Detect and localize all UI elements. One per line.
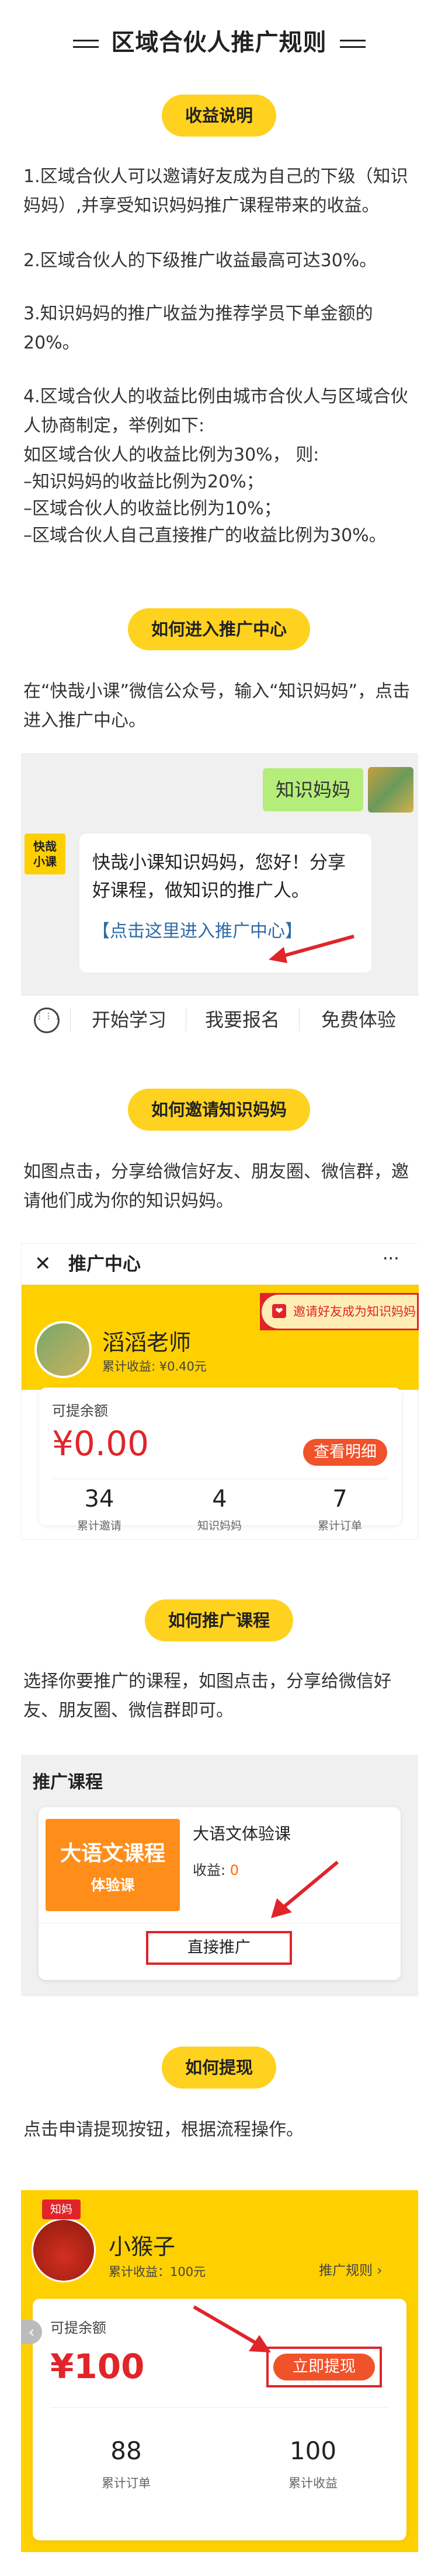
balance-label: 可提余额 bbox=[50, 2320, 106, 2336]
course-income: 收益: 0 bbox=[193, 1862, 239, 1878]
stat-invites: 34 bbox=[84, 1486, 114, 1512]
arrow-to-link-icon bbox=[269, 935, 354, 963]
title-dash-right-icon bbox=[339, 40, 366, 48]
promo-rules-link[interactable]: 推广规则 › bbox=[319, 2259, 383, 2279]
user-avatar bbox=[32, 2218, 96, 2282]
promo-center-screenshot: ✕ 推广中心 ··· 滔滔老师 累计收益: ¥0.40元 ❤ 邀请好友成为知识妈… bbox=[21, 1243, 419, 1540]
stat-mothers: 4 bbox=[212, 1486, 227, 1512]
stat-orders-label: 累计订单 bbox=[317, 1519, 362, 1532]
gift-icon: ❤ bbox=[272, 1304, 286, 1318]
withdraw-screenshot: 知妈 小猴子 累计收益：100元 推广规则 › 可提余额 ¥100 立即提现 8… bbox=[21, 2190, 418, 2552]
earnings-rule-1: 1.区域合伙人可以邀请好友成为自己的下级（知识妈妈）,并享受知识妈妈推广课程带来… bbox=[23, 166, 408, 216]
cumulative-earnings: 累计收益: ¥0.40元 bbox=[102, 1360, 207, 1374]
wechat-chat-screenshot: 知识妈妈 快哉 小课 快哉小课知识妈妈，您好！分享好课程，做知识的推广人。 【点… bbox=[21, 753, 418, 1044]
menu-free-trial[interactable]: 免费体验 bbox=[300, 995, 417, 1044]
arrow-to-withdraw-icon bbox=[193, 2305, 271, 2352]
cumulative-earnings: 累计收益：100元 bbox=[109, 2265, 206, 2279]
role-badge: 知妈 bbox=[42, 2199, 81, 2219]
course-name: 大语文体验课 bbox=[193, 1824, 291, 1843]
stat-mothers-label: 知识妈妈 bbox=[197, 1519, 242, 1532]
withdraw-instructions: 点击申请提现按钮，根据流程操作。 bbox=[23, 2120, 304, 2140]
bot-message-text: 快哉小课知识妈妈，您好！分享好课程，做知识的推广人。 bbox=[92, 852, 346, 901]
wechat-menu-bar: ⋮⋮⋮ 开始学习 我要报名 免费体验 bbox=[21, 995, 418, 1044]
menu-sign-up[interactable]: 我要报名 bbox=[187, 995, 298, 1044]
stat-earnings: 100 bbox=[289, 2436, 337, 2465]
section-pill-invite: 如何邀请知识妈妈 bbox=[127, 1089, 311, 1131]
stat-earnings-label: 累计收益 bbox=[288, 2476, 338, 2490]
invite-instructions: 如图点击，分享给微信好友、朋友圈、微信群，邀请他们成为你的知识妈妈。 bbox=[23, 1162, 409, 1211]
bot-avatar: 快哉 小课 bbox=[25, 834, 65, 874]
direct-promote-button[interactable]: 直接推广 bbox=[146, 1931, 292, 1965]
section-pill-promote: 如何推广课程 bbox=[144, 1599, 294, 1641]
promote-course-screenshot: 推广课程 大语文课程 体验课 大语文体验课 收益: 0 直接推广 bbox=[21, 1755, 418, 1996]
earnings-rule-2: 2.区域合伙人的下级推广收益最高可达30%。 bbox=[23, 250, 377, 271]
user-avatar bbox=[368, 767, 413, 813]
invite-friends-button[interactable]: ❤ 邀请好友成为知识妈妈 bbox=[262, 1295, 417, 1329]
title-dash-left-icon bbox=[72, 40, 99, 48]
promote-header: 推广课程 bbox=[33, 1772, 103, 1793]
invite-highlight-box: ❤ 邀请好友成为知识妈妈 bbox=[260, 1293, 419, 1330]
withdraw-now-button[interactable]: 立即提现 bbox=[273, 2354, 375, 2380]
stat-invites-label: 累计邀请 bbox=[77, 1519, 121, 1532]
menu-start-learning[interactable]: 开始学习 bbox=[74, 995, 185, 1044]
earnings-example-1: 如区域合伙人的收益比例为30%， 则: bbox=[23, 445, 319, 465]
more-icon[interactable]: ··· bbox=[383, 1247, 399, 1271]
user-message-bubble: 知识妈妈 bbox=[263, 768, 364, 811]
balance-amount: ¥100 bbox=[50, 2347, 145, 2386]
section-pill-withdraw: 如何提现 bbox=[161, 2047, 277, 2089]
view-details-button[interactable]: 查看明细 bbox=[303, 1439, 387, 1466]
stat-orders: 88 bbox=[110, 2436, 142, 2465]
balance-label: 可提余额 bbox=[52, 1403, 108, 1419]
page-title: 区域合伙人推广规则 bbox=[0, 23, 438, 57]
section-pill-earnings: 收益说明 bbox=[161, 95, 277, 137]
balance-amount: ¥0.00 bbox=[52, 1424, 150, 1463]
balance-card: 可提余额 ¥0.00 查看明细 34 累计邀请 4 知识妈妈 7 累计订单 bbox=[39, 1388, 401, 1532]
earnings-example-4: –区域合伙人自己直接推广的收益比例为30%。 bbox=[23, 525, 387, 546]
earnings-example-3: –区域合伙人的收益比例为10%； bbox=[23, 499, 281, 519]
course-cover: 大语文课程 体验课 bbox=[46, 1819, 180, 1911]
close-icon[interactable]: ✕ bbox=[34, 1251, 51, 1277]
user-name: 小猴子 bbox=[109, 2234, 176, 2260]
earnings-example-2: –知识妈妈的收益比例为20%； bbox=[23, 472, 264, 492]
earnings-rule-3: 3.知识妈妈的推广收益为推荐学员下单金额的20%。 bbox=[23, 304, 373, 353]
section-pill-enter: 如何进入推广中心 bbox=[127, 608, 311, 650]
user-name: 滔滔老师 bbox=[102, 1330, 192, 1355]
arrow-to-promote-icon bbox=[271, 1860, 339, 1918]
enter-instructions: 在“快哉小课”微信公众号，输入“知识妈妈”，点击进入推广中心。 bbox=[23, 681, 411, 731]
user-avatar bbox=[34, 1321, 92, 1378]
promo-center-title: 推广中心 bbox=[68, 1254, 141, 1275]
page: 区域合伙人推广规则 收益说明 1.区域合伙人可以邀请好友成为自己的下级（知识妈妈… bbox=[0, 0, 438, 2576]
course-card: 大语文课程 体验课 大语文体验课 收益: 0 直接推广 bbox=[39, 1807, 401, 1980]
withdraw-highlight-box: 立即提现 bbox=[266, 2347, 382, 2387]
promo-center-nav: ✕ 推广中心 ··· bbox=[22, 1244, 419, 1285]
keyboard-icon[interactable]: ⋮⋮⋮ bbox=[34, 1008, 61, 1033]
stat-orders-label: 累计订单 bbox=[102, 2476, 151, 2490]
earnings-rule-4: 4.区域合伙人的收益比例由城市合伙人与区域合伙人协商制定，举例如下: bbox=[23, 386, 408, 436]
promote-instructions: 选择你要推广的课程，如图点击，分享给微信好友、朋友圈、微信群即可。 bbox=[23, 1671, 391, 1721]
stat-orders: 7 bbox=[332, 1486, 347, 1512]
